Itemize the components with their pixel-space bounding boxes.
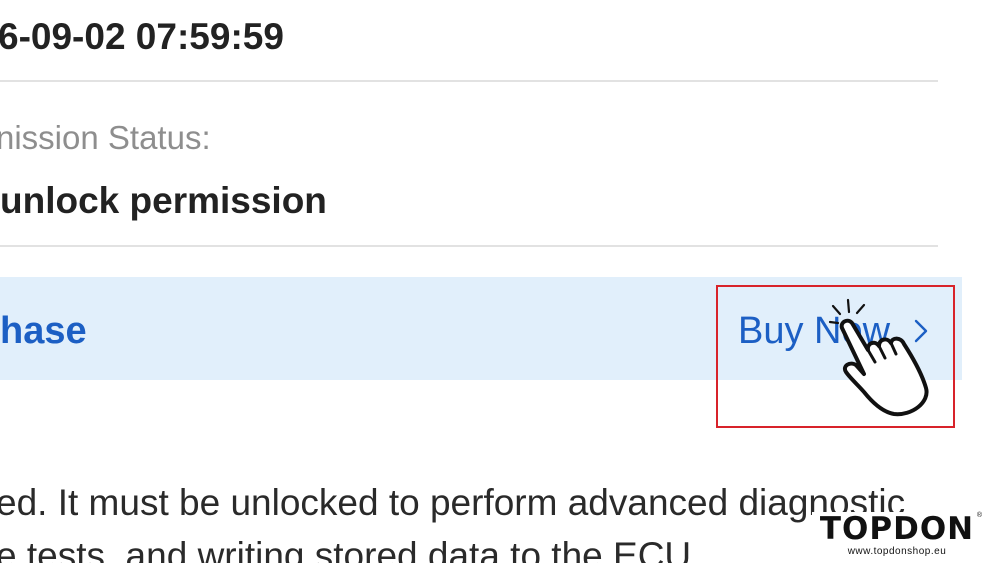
expiry-datetime: 6-09-02 07:59:59 bbox=[0, 16, 284, 57]
divider bbox=[0, 80, 938, 82]
permission-status-value: unlock permission bbox=[0, 180, 327, 221]
logo-registered-mark: ® bbox=[976, 512, 982, 519]
screen: 6-09-02 07:59:59 nission Status: unlock … bbox=[0, 0, 1000, 563]
permission-status-label: nission Status: bbox=[0, 119, 211, 156]
divider bbox=[0, 245, 938, 247]
logo-brand: TOPDON bbox=[819, 511, 975, 547]
topdon-logo: TOPDON ® www.topdonshop.eu bbox=[812, 512, 982, 560]
logo-url: www.topdonshop.eu bbox=[847, 546, 947, 557]
hand-pointer-icon bbox=[828, 298, 929, 417]
purchase-label: hase bbox=[0, 310, 87, 352]
description-line: ed. It must be unlocked to perform advan… bbox=[0, 482, 906, 523]
description-line: e tests, and writing stored data to the … bbox=[0, 535, 702, 563]
